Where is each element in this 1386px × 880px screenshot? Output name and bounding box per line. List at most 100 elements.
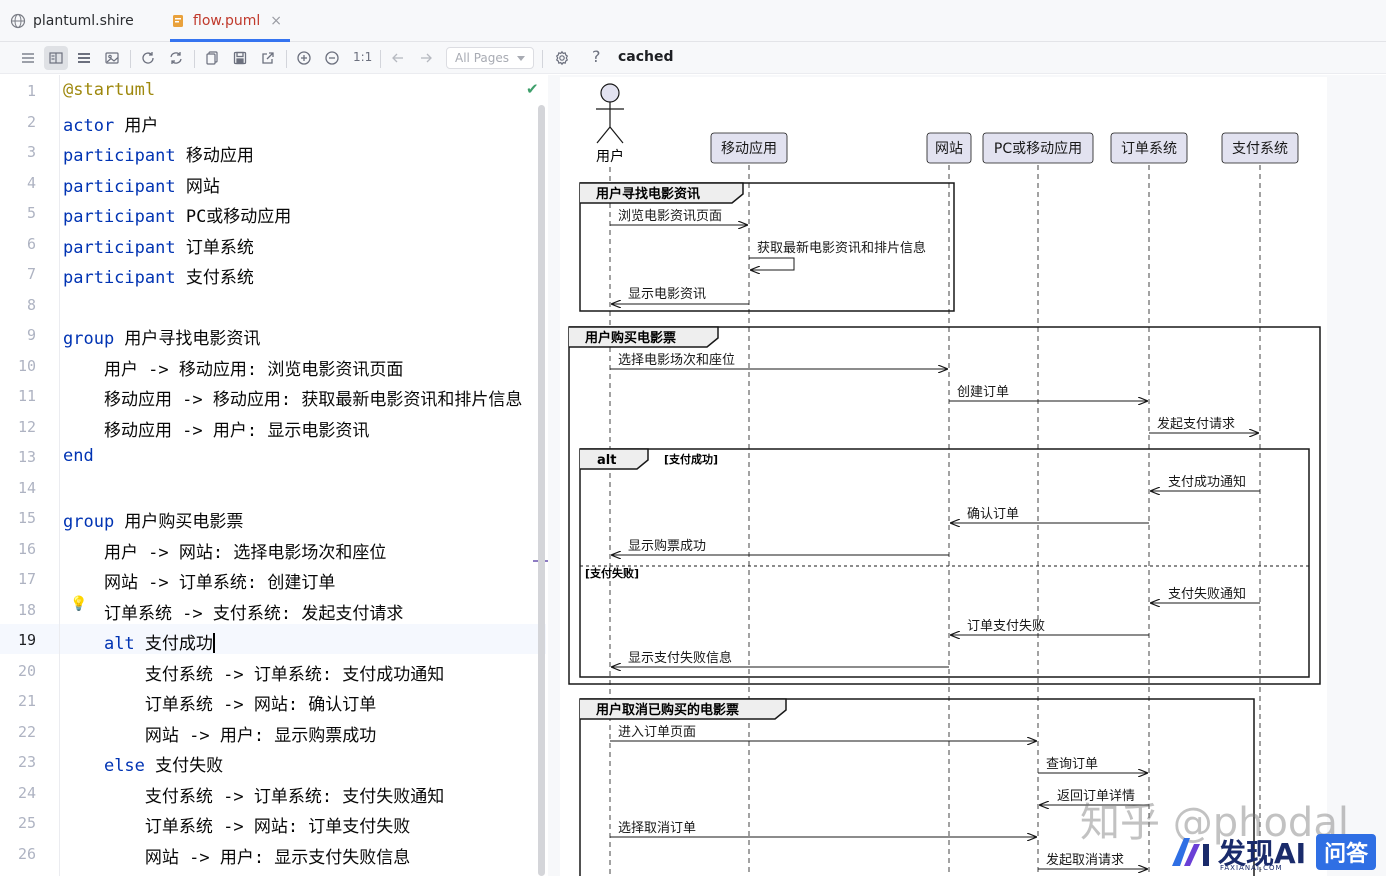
line-number: 22 <box>17 722 36 741</box>
code-line[interactable]: participant 网站 <box>63 172 220 197</box>
message-label: 订单支付失败 <box>967 619 1045 634</box>
code-text: 支付系统 -> 订单系统: 支付失败通知 <box>63 786 445 807</box>
code-editor[interactable]: 1 2 3 4 5 6 7 8 9 10 11 12 13 14 15 16 17 18 19 20 21 22 23 24 2… <box>0 75 549 876</box>
code-text: 移动应用 -> 用户: 显示电影资讯 <box>63 420 370 441</box>
zoom-in-button[interactable] <box>292 46 316 70</box>
preview-icon <box>78 53 90 63</box>
toolbar-separator <box>380 50 381 68</box>
code-keyword: participant <box>63 176 176 197</box>
close-icon[interactable]: × <box>270 13 282 29</box>
code-text: 网站 <box>175 176 220 197</box>
code-text: 网站 -> 用户: 显示支付失败信息 <box>63 847 411 868</box>
code-line[interactable]: 订单系统 -> 支付系统: 发起支付请求 <box>63 599 403 624</box>
line-number: 13 <box>17 448 36 466</box>
preview-only-button[interactable] <box>72 46 96 70</box>
code-text: 移动应用 -> 移动应用: 获取最新电影资讯和排片信息 <box>63 390 523 410</box>
code-line[interactable]: 支付系统 -> 订单系统: 支付成功通知 <box>63 660 444 685</box>
code-line[interactable]: actor 用户 <box>63 111 158 136</box>
code-text: 订单系统 <box>175 237 254 258</box>
menu-lines-icon <box>22 53 34 63</box>
line-number: 16 <box>17 539 36 558</box>
open-external-button[interactable] <box>256 46 280 70</box>
message-label: 发起取消请求 <box>1046 852 1124 868</box>
code-keyword: participant <box>63 268 176 288</box>
code-text: 网站 -> 订单系统: 创建订单 <box>63 573 336 593</box>
zoom-out-button[interactable] <box>320 46 344 70</box>
code-text: 支付系统 <box>175 268 254 288</box>
line-number: 23 <box>17 753 36 771</box>
tab-plantuml-shire[interactable]: plantuml.shire <box>10 0 134 42</box>
puml-file-icon <box>170 13 186 29</box>
alt-condition: [支付成功] <box>664 452 718 466</box>
line-number: 20 <box>17 661 36 680</box>
ai-logo-icon <box>1172 838 1209 866</box>
code-line[interactable]: @startuml <box>63 80 155 100</box>
refresh-icon <box>142 52 154 64</box>
editor-scrollbar[interactable] <box>538 105 545 876</box>
editor-only-button[interactable] <box>16 46 40 70</box>
brand-logo: 发现AI 问答 FAXIANAI.COM <box>1170 832 1377 872</box>
code-keyword: actor <box>63 115 115 136</box>
line-number: 8 <box>26 295 36 314</box>
code-line[interactable]: 移动应用 -> 移动应用: 获取最新电影资讯和排片信息 <box>63 385 522 410</box>
brand-badge: 问答 <box>1316 834 1377 870</box>
split-view-button[interactable] <box>44 46 68 70</box>
lightbulb-icon[interactable]: 💡 <box>70 596 87 612</box>
code-line[interactable]: participant 支付系统 <box>63 263 254 288</box>
code-text: 订单系统 -> 支付系统: 发起支付请求 <box>63 603 404 624</box>
actual-size-button[interactable]: 1:1 <box>353 50 372 64</box>
line-number: 25 <box>17 814 36 832</box>
line-number: 2 <box>26 112 36 131</box>
next-page-button[interactable] <box>414 46 438 70</box>
code-line[interactable]: group 用户寻找电影资讯 <box>63 324 260 349</box>
code-line[interactable]: participant PC或移动应用 <box>63 202 291 227</box>
help-button[interactable]: ? <box>592 47 601 66</box>
code-line[interactable]: 订单系统 -> 网站: 确认订单 <box>63 690 376 715</box>
code-line[interactable]: alt 支付成功 <box>63 629 215 654</box>
prev-page-button[interactable] <box>386 46 410 70</box>
code-text: 支付失败 <box>144 756 224 776</box>
copy-button[interactable] <box>200 46 224 70</box>
settings-button[interactable] <box>550 46 574 70</box>
chevron-down-icon <box>517 56 525 61</box>
gear-icon <box>555 50 569 66</box>
pages-select[interactable]: All Pages <box>446 47 534 69</box>
line-number: 5 <box>26 204 36 222</box>
code-line[interactable]: 网站 -> 用户: 显示支付失败信息 <box>63 843 410 868</box>
code-line[interactable]: group 用户购买电影票 <box>63 507 243 532</box>
actor-label: 用户 <box>596 148 624 165</box>
code-text: 用户寻找电影资讯 <box>114 329 261 349</box>
code-keyword: participant <box>63 237 176 258</box>
message-label: 支付成功通知 <box>1168 474 1246 490</box>
participant-payment-system: 支付系统 <box>1232 141 1288 157</box>
code-line[interactable]: 用户 -> 网站: 选择电影场次和座位 <box>63 538 386 563</box>
line-number: 3 <box>26 143 36 161</box>
pages-select-value: All Pages <box>455 51 509 65</box>
code-line[interactable]: 用户 -> 移动应用: 浏览电影资讯页面 <box>63 355 403 380</box>
code-line[interactable]: end <box>63 446 94 466</box>
code-line[interactable]: 网站 -> 订单系统: 创建订单 <box>63 568 335 593</box>
group-buy-ticket <box>568 326 1321 685</box>
refresh-button[interactable] <box>136 46 160 70</box>
code-line[interactable]: participant 移动应用 <box>63 141 254 166</box>
save-button[interactable] <box>228 46 252 70</box>
line-number: 17 <box>17 570 36 588</box>
sync-button[interactable] <box>164 46 188 70</box>
toolbar-separator <box>286 50 287 68</box>
globe-icon <box>10 13 26 29</box>
tab-flow-puml[interactable]: flow.puml × <box>170 0 290 42</box>
code-text: 网站 -> 用户: 显示购票成功 <box>63 725 377 746</box>
code-text: 订单系统 -> 网站: 订单支付失败 <box>63 817 411 837</box>
code-line[interactable]: else 支付失败 <box>63 751 223 776</box>
code-text: 支付系统 -> 订单系统: 支付成功通知 <box>63 664 445 685</box>
code-line[interactable]: 移动应用 -> 用户: 显示电影资讯 <box>63 416 369 441</box>
message-label: 浏览电影资讯页面 <box>618 208 722 224</box>
code-line[interactable]: 支付系统 -> 订单系统: 支付失败通知 <box>63 782 444 807</box>
code-line[interactable]: 网站 -> 用户: 显示购票成功 <box>63 721 376 746</box>
code-line[interactable]: participant 订单系统 <box>63 233 254 258</box>
code-text: 用户 -> 移动应用: 浏览电影资讯页面 <box>63 359 404 380</box>
image-button[interactable] <box>100 46 124 70</box>
code-text: 移动应用 <box>175 146 254 166</box>
code-line[interactable]: 订单系统 -> 网站: 订单支付失败 <box>63 812 410 837</box>
